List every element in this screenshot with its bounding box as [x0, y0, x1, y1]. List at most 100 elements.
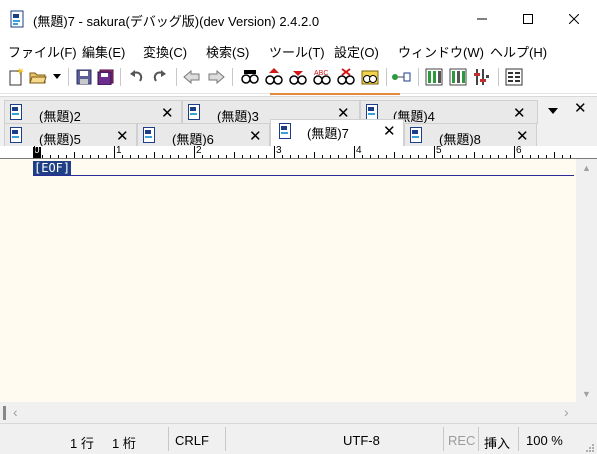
save-all-icon[interactable]: [96, 66, 116, 88]
editor-area[interactable]: [EOF]: [0, 159, 576, 402]
toolbar-separator: [176, 68, 177, 86]
bookmark-icon[interactable]: [360, 66, 380, 88]
save-icon[interactable]: [74, 66, 94, 88]
menu-convert[interactable]: 変換(C): [143, 42, 187, 61]
settings-icon[interactable]: [504, 66, 524, 88]
ruler-tick: [146, 155, 147, 158]
menu-search[interactable]: 検索(S): [206, 42, 249, 61]
cursor-underline: [33, 175, 574, 176]
vertical-scrollbar[interactable]: ▲ ▼: [576, 159, 597, 402]
ruler-tick: [474, 152, 475, 158]
eof-marker: [EOF]: [33, 161, 72, 176]
close-button[interactable]: [551, 0, 597, 38]
diff-icon[interactable]: [448, 66, 468, 88]
ruler-tick: [458, 155, 459, 158]
ruler-tick: [314, 152, 315, 158]
toolbar-separator: [418, 68, 419, 86]
status-divider: [168, 427, 169, 451]
ruler-mark: 4: [356, 145, 362, 156]
ruler-tick: [290, 155, 291, 158]
dropdown-icon[interactable]: [51, 66, 63, 88]
tab-untitled-6[interactable]: (無題)6 ✕: [137, 123, 270, 147]
minimize-button[interactable]: [459, 0, 505, 38]
ruler-tick: [570, 155, 571, 158]
menu-settings[interactable]: 設定(O): [334, 42, 379, 61]
ruler-tick: [282, 155, 283, 158]
ruler-tick: [354, 146, 355, 158]
status-divider: [443, 427, 444, 451]
ruler-tick: [50, 155, 51, 158]
ruler: 0 1 2 3 4 5 6: [0, 145, 597, 159]
ruler-tick: [170, 155, 171, 158]
menu-window[interactable]: ウィンドウ(W): [398, 42, 484, 61]
horizontal-scrollbar[interactable]: ‹ ›: [0, 402, 576, 423]
scroll-right-icon[interactable]: ›: [564, 404, 569, 420]
grep-icon[interactable]: [392, 66, 412, 88]
ruler-tick: [346, 155, 347, 158]
tab-close-icon[interactable]: ✕: [161, 104, 174, 122]
status-insert-mode[interactable]: 挿入: [484, 433, 510, 452]
ruler-tick: [66, 155, 67, 158]
menu-edit[interactable]: 編集(E): [82, 42, 125, 61]
ruler-tick: [74, 152, 75, 158]
tab-close-icon[interactable]: ✕: [513, 104, 526, 122]
new-icon[interactable]: [6, 66, 26, 88]
ruler-tick: [58, 155, 59, 158]
open-icon[interactable]: [28, 66, 48, 88]
ruler-tick: [82, 155, 83, 158]
ruler-tick: [90, 155, 91, 158]
outline-icon[interactable]: [472, 66, 492, 88]
tab-untitled-5[interactable]: (無題)5 ✕: [4, 123, 137, 147]
search-next-icon[interactable]: [288, 66, 308, 88]
document-icon: [10, 127, 24, 144]
ruler-mark: 2: [196, 145, 202, 156]
ruler-tick: [178, 155, 179, 158]
menu-file[interactable]: ファイル(F): [8, 42, 77, 61]
status-encoding[interactable]: UTF-8: [343, 433, 380, 448]
ruler-tick: [218, 155, 219, 158]
ruler-tick: [122, 155, 123, 158]
status-rec: REC: [448, 433, 476, 448]
ruler-tick: [506, 155, 507, 158]
ruler-tick: [210, 155, 211, 158]
status-divider: [478, 427, 479, 451]
search-icon[interactable]: [240, 66, 260, 88]
resize-grip-icon[interactable]: [585, 442, 595, 452]
document-icon: [410, 127, 424, 144]
tab-label: (無題)7: [307, 126, 349, 141]
tab-close-icon[interactable]: ✕: [383, 122, 396, 140]
search-prev-icon[interactable]: [264, 66, 284, 88]
maximize-button[interactable]: [505, 0, 551, 38]
tab-close-icon[interactable]: ✕: [516, 127, 529, 145]
tab-list-dropdown-icon[interactable]: [548, 103, 558, 118]
jump-forward-icon[interactable]: [206, 66, 226, 88]
jump-back-icon[interactable]: [182, 66, 202, 88]
undo-icon[interactable]: [126, 66, 146, 88]
menu-help[interactable]: ヘルプ(H): [490, 42, 547, 61]
status-line-ending[interactable]: CRLF: [175, 433, 209, 448]
ruler-tick: [130, 155, 131, 158]
ruler-tick: [546, 155, 547, 158]
redo-icon[interactable]: [150, 66, 170, 88]
menu-tools[interactable]: ツール(T): [269, 42, 325, 61]
compare-icon[interactable]: [424, 66, 444, 88]
replace-icon[interactable]: ABC: [312, 66, 332, 88]
ruler-mark: 1: [116, 145, 122, 156]
document-icon: [279, 123, 293, 140]
ruler-tick: [266, 155, 267, 158]
split-handle[interactable]: [3, 406, 6, 420]
tab-close-icon[interactable]: ✕: [116, 127, 129, 145]
clear-mark-icon[interactable]: [336, 66, 356, 88]
scroll-left-icon[interactable]: ‹: [13, 404, 18, 420]
scroll-down-icon[interactable]: ▼: [576, 385, 597, 402]
status-zoom[interactable]: 100 %: [526, 433, 563, 448]
ruler-tick: [250, 155, 251, 158]
tab-close-icon[interactable]: ✕: [249, 127, 262, 145]
tab-bar: (無題)2 ✕ (無題)3 ✕ (無題)4 ✕ (無題)5 ✕ (無題)6 ✕ …: [0, 96, 597, 147]
tab-untitled-8[interactable]: (無題)8 ✕: [404, 123, 537, 147]
tab-untitled-7-active[interactable]: (無題)7 ✕: [270, 119, 404, 147]
tab-untitled-2[interactable]: (無題)2 ✕: [4, 100, 182, 124]
scroll-up-icon[interactable]: ▲: [576, 159, 597, 176]
close-all-tabs-icon[interactable]: ✕: [574, 99, 587, 117]
ruler-tick: [490, 155, 491, 158]
